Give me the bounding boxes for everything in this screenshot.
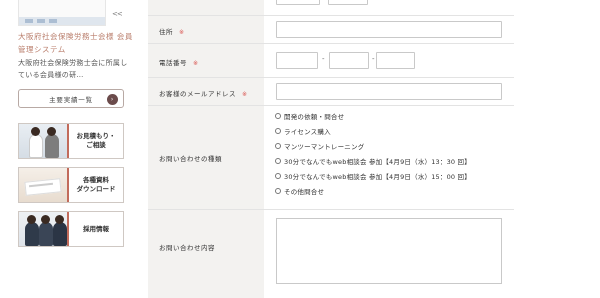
document-download-banner[interactable]: 各種資料 ダウンロード: [18, 167, 124, 203]
scrollbar[interactable]: [594, 0, 600, 298]
address-input[interactable]: [276, 21, 502, 38]
form-row-email: お客様のメールアドレス ※: [148, 78, 514, 106]
address-label: 住所: [159, 28, 173, 36]
required-mark: ※: [179, 29, 185, 36]
email-label: お客様のメールアドレス: [159, 90, 236, 98]
documents-photo: [19, 168, 67, 202]
download-banner-line2: ダウンロード: [76, 185, 116, 193]
phone-separator: -: [372, 55, 375, 63]
phone-label: 電話番号: [159, 59, 187, 67]
estimate-banner-line1: お見積もり・: [76, 132, 116, 140]
logo-thumbnail[interactable]: [18, 0, 106, 26]
radio-option[interactable]: 開発の依頼・問合せ: [275, 111, 344, 121]
radio-option[interactable]: ライセンス購入: [275, 126, 331, 136]
form-row-partial: [148, 0, 514, 16]
radio-option[interactable]: マンツーマントレーニング: [275, 141, 364, 151]
recruit-banner[interactable]: 採用情報: [18, 211, 124, 247]
phone-input-1[interactable]: [276, 52, 318, 69]
inquiry-content-textarea[interactable]: [276, 218, 502, 284]
radio-option[interactable]: その他問合せ: [275, 186, 324, 196]
partial-input-1[interactable]: [276, 0, 320, 5]
phone-input-2[interactable]: [329, 52, 369, 69]
estimate-consult-banner[interactable]: お見積もり・ ご相談: [18, 123, 124, 159]
sidebar: << 大阪府社会保険労務士会様 会員管理システム 大阪府社会保険労務士会に所属し…: [0, 0, 140, 298]
form-row-inquiry-type: お問い合わせの種類 開発の依頼・問合せ ライセンス購入 マンツーマントレーニング…: [148, 106, 514, 210]
form-row-address: 住所 ※: [148, 16, 514, 44]
inquiry-content-label: お問い合わせ内容: [159, 244, 215, 252]
arrow-right-icon: ›: [107, 94, 118, 105]
radio-circle-icon: [275, 188, 281, 194]
org-name-link[interactable]: 大阪府社会保険労務士会様 会員管理システム: [18, 30, 136, 56]
radio-circle-icon: [275, 158, 281, 164]
required-mark: ※: [193, 60, 199, 67]
radio-circle-icon: [275, 113, 281, 119]
radio-circle-icon: [275, 128, 281, 134]
estimate-banner-line2: ご相談: [86, 141, 106, 149]
partial-input-2[interactable]: [328, 0, 368, 5]
form-row-inquiry-content: お問い合わせ内容: [148, 210, 514, 298]
inquiry-form: 住所 ※ 電話番号 ※ - - お客様のメールアドレス ※ お問い合わせの種類 開発の…: [148, 0, 514, 298]
required-mark: ※: [242, 91, 248, 98]
radio-option[interactable]: 30分でなんでもweb相談会 参加【4月9日（水）13：30 回】: [275, 156, 471, 166]
recruit-photo: [19, 212, 67, 246]
inquiry-type-label: お問い合わせの種類: [159, 155, 222, 163]
achievements-list-button[interactable]: 主要実績一覧 ›: [18, 89, 124, 108]
prev-arrow-icon[interactable]: <<: [112, 10, 123, 18]
radio-option[interactable]: 30分でなんでもweb相談会 参加【4月9日（水）15：00 回】: [275, 171, 471, 181]
phone-separator: -: [322, 55, 325, 63]
recruit-banner-label: 採用情報: [83, 224, 109, 233]
radio-circle-icon: [275, 143, 281, 149]
form-row-phone: 電話番号 ※ - -: [148, 44, 514, 78]
org-description: 大阪府社会保険労務士会に所属している会員様の研…: [18, 59, 128, 79]
consult-photo: [19, 124, 67, 158]
phone-input-3[interactable]: [376, 52, 415, 69]
download-banner-line1: 各種資料: [83, 176, 109, 184]
radio-circle-icon: [275, 173, 281, 179]
achievements-list-label: 主要実績一覧: [49, 95, 93, 104]
email-input[interactable]: [276, 83, 502, 100]
